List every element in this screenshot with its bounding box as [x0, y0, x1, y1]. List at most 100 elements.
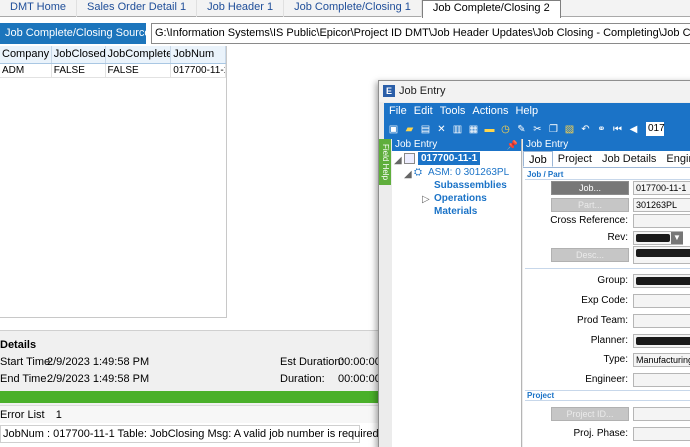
menu-tools[interactable]: Tools [440, 103, 466, 119]
prod-team-field[interactable] [633, 314, 690, 328]
column-header-jobnum[interactable]: JobNum [171, 46, 226, 63]
binoculars-icon[interactable]: ⚭ [595, 123, 608, 136]
project-id-field[interactable] [633, 407, 690, 421]
delete-icon[interactable]: ✕ [435, 123, 448, 136]
job-icon [404, 153, 415, 164]
folder-icon[interactable]: ▬ [483, 123, 496, 136]
grid-icon[interactable]: ▦ [467, 123, 480, 136]
collapse-icon[interactable]: ◢ [394, 155, 402, 166]
type-field[interactable]: Manufacturing [633, 353, 690, 367]
job-entry-titlebar[interactable]: Job Entry [379, 81, 690, 102]
divider [525, 400, 690, 401]
expand-icon[interactable]: ▷ [422, 194, 430, 205]
redacted-value [636, 277, 690, 285]
divider [525, 179, 690, 180]
epicor-logo-icon: E [383, 85, 395, 97]
column-header-jobclosed[interactable]: JobClosed [52, 46, 106, 63]
source-file-button[interactable]: Job Complete/Closing Source... [0, 23, 146, 44]
cut-icon[interactable]: ✂ [531, 123, 544, 136]
group-label: Group: [597, 275, 628, 286]
clock-icon[interactable]: ◷ [499, 123, 512, 136]
paste-icon[interactable]: ▧ [563, 123, 576, 136]
tab-job-complete-closing-2[interactable]: Job Complete/Closing 2 [421, 0, 561, 18]
part-button[interactable]: Part... [551, 198, 629, 212]
exp-code-field[interactable] [633, 294, 690, 308]
first-record-icon[interactable]: ⏮ [611, 123, 624, 136]
cross-reference-field[interactable] [633, 214, 690, 228]
error-list-label: Error List [0, 409, 45, 421]
menu-actions[interactable]: Actions [472, 103, 508, 119]
record-nav-field[interactable]: 017 [646, 122, 665, 136]
tab-job-header-1[interactable]: Job Header 1 [197, 0, 285, 17]
column-header-company[interactable]: Company [0, 46, 52, 63]
tab-job-complete-closing-1[interactable]: Job Complete/Closing 1 [284, 0, 422, 17]
start-time-value: 2/9/2023 1:49:58 PM [47, 356, 150, 368]
error-count: 1 [55, 409, 62, 421]
engineer-label: Engineer: [585, 374, 628, 385]
rev-label: Rev: [607, 232, 628, 243]
tab-project[interactable]: Project [553, 151, 597, 167]
source-path-field[interactable]: G:\Information Systems\IS Public\Epicor\… [151, 23, 690, 44]
tab-job[interactable]: Job [523, 151, 553, 167]
description-button[interactable]: Desc... [551, 248, 629, 262]
collapse-icon[interactable]: ◢ [404, 169, 412, 180]
tree-node-operations[interactable]: Operations [434, 193, 487, 204]
error-message[interactable]: JobNum : 017700-11-1 Table: JobClosing M… [0, 425, 382, 443]
tab-dmt-home[interactable]: DMT Home [0, 0, 78, 17]
field-help-tab[interactable]: Field Help [379, 139, 391, 185]
start-time-label: Start Time: [0, 356, 54, 368]
new-icon[interactable]: ▣ [387, 123, 400, 136]
tab-sales-order-detail-1[interactable]: Sales Order Detail 1 [77, 0, 198, 17]
data-grid: Company JobClosed JobComplete JobNum ADM… [0, 46, 227, 318]
job-number-field[interactable]: 017700-11-1 [633, 181, 690, 195]
tab-job-details[interactable]: Job Details [597, 151, 661, 167]
redacted-value [636, 234, 670, 242]
menu-edit[interactable]: Edit [414, 103, 433, 119]
tree-node-materials[interactable]: Materials [434, 206, 477, 217]
cell-jobcomplete[interactable]: FALSE [106, 64, 172, 77]
tree-node-subassemblies[interactable]: Subassemblies [434, 180, 507, 191]
project-id-button[interactable]: Project ID... [551, 407, 629, 421]
tab-engineering[interactable]: Engin [661, 151, 690, 167]
cell-jobnum[interactable]: 017700-11-1 [171, 64, 226, 77]
tree-node-job[interactable]: 017700-11-1 [418, 152, 481, 165]
pin-icon[interactable]: 📌 [507, 139, 518, 151]
open-icon[interactable]: ▰ [403, 123, 416, 136]
part-number-field[interactable]: 301263PL [633, 198, 690, 212]
save-icon[interactable]: ▤ [419, 123, 432, 136]
left-strip [379, 185, 391, 447]
column-header-jobcomplete[interactable]: JobComplete [106, 46, 172, 63]
pen-icon[interactable]: ✎ [515, 123, 528, 136]
cross-reference-label: Cross Reference: [550, 215, 628, 226]
menu-bar: File Edit Tools Actions Help [384, 103, 690, 119]
book-icon[interactable]: ▥ [451, 123, 464, 136]
group-field[interactable] [633, 274, 690, 288]
cell-company[interactable]: ADM [0, 64, 52, 77]
engineer-field[interactable] [633, 373, 690, 387]
job-button[interactable]: Job... [551, 181, 629, 195]
exp-code-label: Exp Code: [581, 295, 628, 306]
previous-record-icon[interactable]: ◀ [627, 123, 640, 136]
form-header: Job Entry [523, 139, 690, 151]
cell-jobclosed[interactable]: FALSE [52, 64, 106, 77]
section-job-part: Job / Part [527, 170, 564, 179]
divider [525, 268, 690, 269]
tree-node-assembly[interactable]: ASM: 0 301263PL [428, 167, 509, 178]
menu-file[interactable]: File [389, 103, 407, 119]
chevron-down-icon[interactable]: ▼ [671, 232, 683, 244]
planner-field[interactable] [633, 334, 690, 348]
copy-icon[interactable]: ❐ [547, 123, 560, 136]
form-pane: Job Entry Job Project Job Details Engin … [523, 139, 690, 447]
tree-header-title: Job Entry [395, 139, 438, 150]
table-row[interactable]: ADM FALSE FALSE 017700-11-1 [0, 64, 226, 78]
details-title: Details [0, 339, 37, 351]
undo-icon[interactable]: ↶ [579, 123, 592, 136]
menu-help[interactable]: Help [515, 103, 538, 119]
proj-phase-label: Proj. Phase: [573, 428, 628, 439]
description-field[interactable] [633, 246, 690, 264]
redacted-value [636, 337, 690, 345]
section-project: Project [527, 391, 555, 400]
proj-phase-field[interactable] [633, 427, 690, 441]
job-entry-window: Job Entry E File Edit Tools Actions Help… [378, 80, 690, 447]
tab-bar: DMT Home Sales Order Detail 1 Job Header… [0, 0, 690, 18]
